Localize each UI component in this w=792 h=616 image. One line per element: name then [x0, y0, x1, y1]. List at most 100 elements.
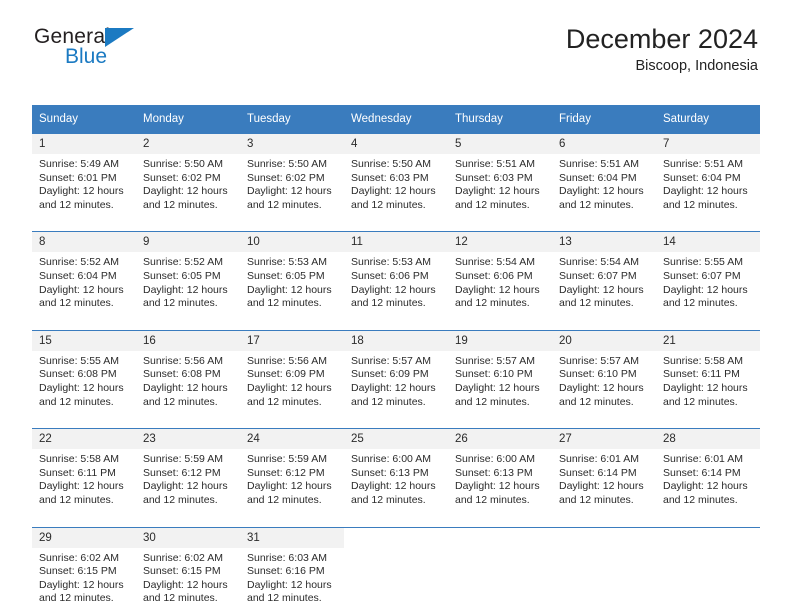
day-number: 26: [448, 429, 552, 450]
daylight-line-1: Daylight: 12 hours: [247, 185, 332, 198]
calendar-day-cell[interactable]: 24 Sunrise: 5:59 AM Sunset: 6:12 PM Dayligh…: [240, 428, 344, 518]
calendar-day-cell[interactable]: 29 Sunrise: 6:02 AM Sunset: 6:15 PM Dayligh…: [32, 526, 136, 616]
sunrise-time: Sunrise: 5:51 AM: [559, 158, 639, 170]
day-number: 4: [344, 134, 448, 154]
day-number: 29: [32, 527, 136, 548]
daylight-line-1: Daylight: 12 hours: [455, 381, 540, 394]
sunrise-time: Sunrise: 6:00 AM: [455, 453, 535, 466]
calendar-day-cell[interactable]: 12 Sunrise: 5:54 AM Sunset: 6:06 PM Dayligh…: [448, 231, 552, 321]
sunset-time: Sunset: 6:07 PM: [663, 269, 741, 282]
calendar-week-row: 22 Sunrise: 5:58 AM Sunset: 6:11 PM Dayligh…: [32, 428, 760, 518]
sunrise-time: Sunrise: 6:02 AM: [39, 551, 119, 564]
calendar-day-cell[interactable]: 10 Sunrise: 5:53 AM Sunset: 6:05 PM Dayligh…: [240, 231, 344, 321]
daylight-line-2: and 12 minutes.: [247, 493, 322, 506]
daylight-line-1: Daylight: 12 hours: [143, 185, 228, 198]
logo-text-general: General: [34, 25, 111, 48]
calendar-day-cell[interactable]: 26 Sunrise: 6:00 AM Sunset: 6:13 PM Dayligh…: [448, 428, 552, 518]
sunrise-time: Sunrise: 5:56 AM: [247, 354, 327, 367]
weekday-header-tuesday: Tuesday: [240, 105, 344, 134]
calendar-day-cell[interactable]: 21 Sunrise: 5:58 AM Sunset: 6:11 PM Dayligh…: [656, 329, 760, 420]
calendar-week-row: 15 Sunrise: 5:55 AM Sunset: 6:08 PM Dayligh…: [32, 329, 760, 420]
calendar-day-cell[interactable]: 14 Sunrise: 5:55 AM Sunset: 6:07 PM Dayligh…: [656, 231, 760, 321]
calendar-day-cell[interactable]: 23 Sunrise: 5:59 AM Sunset: 6:12 PM Dayligh…: [136, 428, 240, 518]
day-number: 15: [32, 330, 136, 351]
calendar-day-cell[interactable]: 8 Sunrise: 5:52 AM Sunset: 6:04 PM Daylight…: [32, 231, 136, 321]
calendar-day-cell[interactable]: 15 Sunrise: 5:55 AM Sunset: 6:08 PM Dayligh…: [32, 329, 136, 420]
daylight-line-2: and 12 minutes.: [663, 493, 738, 506]
week-row-spacer-cell: [32, 517, 760, 527]
calendar-day-cell[interactable]: 30 Sunrise: 6:02 AM Sunset: 6:15 PM Dayligh…: [136, 526, 240, 616]
daylight-line-2: and 12 minutes.: [351, 493, 426, 506]
day-details: Sunrise: 6:00 AM Sunset: 6:13 PM Daylight:…: [344, 449, 448, 517]
sunset-time: Sunset: 6:11 PM: [39, 466, 116, 479]
calendar-day-cell[interactable]: 22 Sunrise: 5:58 AM Sunset: 6:11 PM Dayligh…: [32, 428, 136, 518]
calendar-day-cell[interactable]: 17 Sunrise: 5:56 AM Sunset: 6:09 PM Dayligh…: [240, 329, 344, 420]
sunset-time: Sunset: 6:03 PM: [351, 171, 429, 184]
day-number: 28: [656, 429, 760, 450]
day-details: Sunrise: 5:50 AM Sunset: 6:02 PM Daylight:…: [136, 154, 240, 222]
calendar-day-cell[interactable]: 27 Sunrise: 6:01 AM Sunset: 6:14 PM Dayligh…: [552, 428, 656, 518]
day-details: Sunrise: 6:00 AM Sunset: 6:13 PM Daylight:…: [448, 449, 552, 517]
calendar-empty-cell: [448, 526, 552, 616]
calendar-day-cell[interactable]: 1 Sunrise: 5:49 AM Sunset: 6:01 PM Daylight…: [32, 133, 136, 223]
calendar-day-cell[interactable]: 9 Sunrise: 5:52 AM Sunset: 6:05 PM Daylight…: [136, 231, 240, 321]
calendar-day-cell[interactable]: 13 Sunrise: 5:54 AM Sunset: 6:07 PM Dayligh…: [552, 231, 656, 321]
sunset-time: Sunset: 6:10 PM: [455, 368, 533, 381]
calendar-empty-cell: [552, 526, 656, 616]
general-blue-logo[interactable]: General Blue: [34, 26, 234, 78]
calendar-day-cell[interactable]: 18 Sunrise: 5:57 AM Sunset: 6:09 PM Dayligh…: [344, 329, 448, 420]
calendar-day-cell[interactable]: 25 Sunrise: 6:00 AM Sunset: 6:13 PM Dayligh…: [344, 428, 448, 518]
sunrise-time: Sunrise: 5:55 AM: [663, 256, 743, 269]
daylight-line-2: and 12 minutes.: [455, 395, 530, 408]
calendar-day-cell[interactable]: 2 Sunrise: 5:50 AM Sunset: 6:02 PM Daylight…: [136, 133, 240, 223]
day-details: Sunrise: 5:52 AM Sunset: 6:04 PM Daylight:…: [32, 252, 136, 320]
day-number: 24: [240, 429, 344, 450]
sunrise-time: Sunrise: 5:57 AM: [559, 354, 639, 367]
day-details: Sunrise: 5:53 AM Sunset: 6:06 PM Daylight:…: [344, 252, 448, 320]
calendar-day-cell[interactable]: 28 Sunrise: 6:01 AM Sunset: 6:14 PM Dayligh…: [656, 428, 760, 518]
day-details: Sunrise: 5:55 AM Sunset: 6:07 PM Daylight:…: [656, 252, 760, 320]
day-details: Sunrise: 5:53 AM Sunset: 6:05 PM Daylight:…: [240, 252, 344, 320]
weekday-header-monday: Monday: [136, 105, 240, 134]
calendar-day-cell[interactable]: 20 Sunrise: 5:57 AM Sunset: 6:10 PM Dayligh…: [552, 329, 656, 420]
day-number: 2: [136, 134, 240, 154]
day-details: Sunrise: 6:01 AM Sunset: 6:14 PM Daylight:…: [552, 449, 656, 517]
daylight-line-2: and 12 minutes.: [247, 592, 322, 605]
calendar-day-cell[interactable]: 16 Sunrise: 5:56 AM Sunset: 6:08 PM Dayligh…: [136, 329, 240, 420]
daylight-line-2: and 12 minutes.: [663, 395, 738, 408]
calendar-day-cell[interactable]: 4 Sunrise: 5:50 AM Sunset: 6:03 PM Daylight…: [344, 133, 448, 223]
calendar-day-cell[interactable]: 11 Sunrise: 5:53 AM Sunset: 6:06 PM Dayligh…: [344, 231, 448, 321]
sunset-time: Sunset: 6:02 PM: [247, 171, 325, 184]
day-number: 11: [344, 232, 448, 253]
daylight-line-2: and 12 minutes.: [143, 297, 218, 310]
calendar-day-cell[interactable]: 6 Sunrise: 5:51 AM Sunset: 6:04 PM Daylight…: [552, 133, 656, 223]
sunrise-time: Sunrise: 5:51 AM: [663, 158, 743, 170]
calendar-day-cell[interactable]: 7 Sunrise: 5:51 AM Sunset: 6:04 PM Daylight…: [656, 133, 760, 223]
daylight-line-2: and 12 minutes.: [351, 198, 426, 211]
daylight-line-1: Daylight: 12 hours: [39, 381, 124, 394]
daylight-line-2: and 12 minutes.: [559, 297, 634, 310]
week-row-spacer-cell: [32, 419, 760, 429]
calendar-week-row: 8 Sunrise: 5:52 AM Sunset: 6:04 PM Daylight…: [32, 231, 760, 321]
daylight-line-2: and 12 minutes.: [559, 493, 634, 506]
week-row-spacer: [32, 419, 760, 429]
calendar-day-cell[interactable]: 5 Sunrise: 5:51 AM Sunset: 6:03 PM Daylight…: [448, 133, 552, 223]
day-details: Sunrise: 5:57 AM Sunset: 6:10 PM Daylight:…: [448, 351, 552, 419]
weekday-header-thursday: Thursday: [448, 105, 552, 134]
sunset-time: Sunset: 6:07 PM: [559, 269, 637, 282]
daylight-line-2: and 12 minutes.: [247, 395, 322, 408]
calendar-day-cell[interactable]: 3 Sunrise: 5:50 AM Sunset: 6:02 PM Daylight…: [240, 133, 344, 223]
calendar-day-cell[interactable]: 31 Sunrise: 6:03 AM Sunset: 6:16 PM Dayligh…: [240, 526, 344, 616]
daylight-line-1: Daylight: 12 hours: [143, 578, 228, 591]
daylight-line-2: and 12 minutes.: [455, 297, 530, 310]
calendar-day-cell[interactable]: 19 Sunrise: 5:57 AM Sunset: 6:10 PM Dayligh…: [448, 329, 552, 420]
day-details: Sunrise: 5:58 AM Sunset: 6:11 PM Daylight:…: [656, 351, 760, 419]
daylight-line-1: Daylight: 12 hours: [455, 480, 540, 493]
day-number: 31: [240, 527, 344, 548]
weekday-header-sunday: Sunday: [32, 105, 136, 134]
weekday-header-row: Sunday Monday Tuesday Wednesday Thursday…: [32, 105, 760, 134]
sunset-time: Sunset: 6:06 PM: [455, 269, 533, 282]
calendar-head: Sunday Monday Tuesday Wednesday Thursday…: [32, 105, 760, 134]
sunrise-time: Sunrise: 5:53 AM: [247, 256, 327, 269]
sunrise-time: Sunrise: 5:52 AM: [39, 256, 119, 269]
